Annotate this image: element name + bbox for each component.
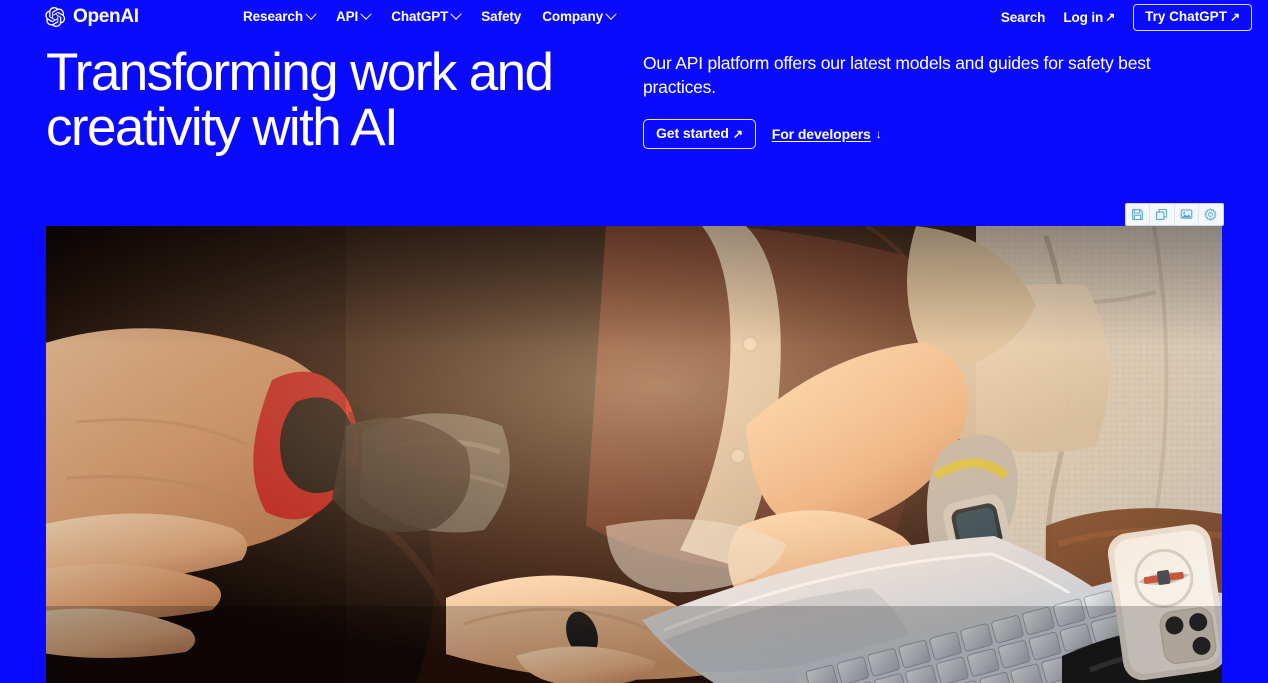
login-label: Log in xyxy=(1063,9,1104,25)
hero-copy-column: Our API platform offers our latest model… xyxy=(643,51,1223,150)
get-started-label: Get started xyxy=(656,125,729,142)
save-icon xyxy=(1132,209,1143,220)
nav-actions: Search Log in ↗ Try ChatGPT ↗ xyxy=(1000,3,1252,31)
arrow-down-icon: ↓ xyxy=(875,127,882,142)
hero-photo-illustration xyxy=(46,226,1222,683)
nav-item-safety[interactable]: Safety xyxy=(481,8,521,26)
chevron-down-icon xyxy=(605,8,617,20)
hero-cta-group: Get started ↗ For developers ↓ xyxy=(643,119,1223,150)
search-label: Search xyxy=(1000,9,1046,25)
search-button[interactable]: Search xyxy=(1000,9,1046,25)
external-link-arrow-icon: ↗ xyxy=(732,126,743,141)
gear-icon xyxy=(1204,208,1217,221)
page-title: Transforming work and creativity with AI xyxy=(46,43,554,157)
get-started-button[interactable]: Get started ↗ xyxy=(643,119,756,150)
open-image-button[interactable] xyxy=(1175,204,1199,225)
chevron-down-icon xyxy=(450,8,462,20)
copy-icon xyxy=(1156,209,1168,220)
hero-subtitle: Our API platform offers our latest model… xyxy=(643,53,1151,98)
hero-section: Transforming work and creativity with AI… xyxy=(0,42,1268,222)
nav-item-company[interactable]: Company xyxy=(542,8,617,26)
nav-item-chatgpt-label: ChatGPT xyxy=(391,9,449,24)
brand-name: OpenAI xyxy=(73,6,139,27)
for-developers-label: For developers xyxy=(771,126,871,143)
primary-nav: Research API ChatGPT Safety Company xyxy=(243,7,617,27)
chevron-down-icon xyxy=(360,8,372,20)
image-toolbar xyxy=(1125,203,1224,226)
external-link-arrow-icon: ↗ xyxy=(1229,9,1240,24)
image-icon xyxy=(1180,209,1192,219)
try-chatgpt-button[interactable]: Try ChatGPT ↗ xyxy=(1133,3,1252,31)
copy-button[interactable] xyxy=(1150,204,1175,225)
openai-logo-home-link[interactable]: OpenAI xyxy=(44,4,139,30)
nav-item-chatgpt[interactable]: ChatGPT xyxy=(391,8,462,26)
nav-item-research[interactable]: Research xyxy=(243,8,317,26)
openai-blossom-icon xyxy=(45,7,66,28)
nav-item-research-label: Research xyxy=(243,9,303,24)
settings-button[interactable] xyxy=(1199,204,1223,225)
nav-item-api-label: API xyxy=(336,9,359,24)
top-navbar: OpenAI Research API ChatGPT Safety Compa… xyxy=(0,0,1268,34)
hero-image xyxy=(46,226,1222,683)
nav-item-company-label: Company xyxy=(542,9,604,24)
for-developers-link[interactable]: For developers ↓ xyxy=(772,126,882,142)
login-link[interactable]: Log in ↗ xyxy=(1063,10,1115,25)
external-link-arrow-icon: ↗ xyxy=(1105,10,1116,24)
try-chatgpt-label: Try ChatGPT xyxy=(1145,8,1227,24)
nav-item-safety-label: Safety xyxy=(481,9,522,24)
nav-item-api[interactable]: API xyxy=(336,8,372,26)
chevron-down-icon xyxy=(305,8,317,20)
save-button[interactable] xyxy=(1126,204,1151,225)
openai-homepage: OpenAI Research API ChatGPT Safety Compa… xyxy=(0,0,1268,683)
